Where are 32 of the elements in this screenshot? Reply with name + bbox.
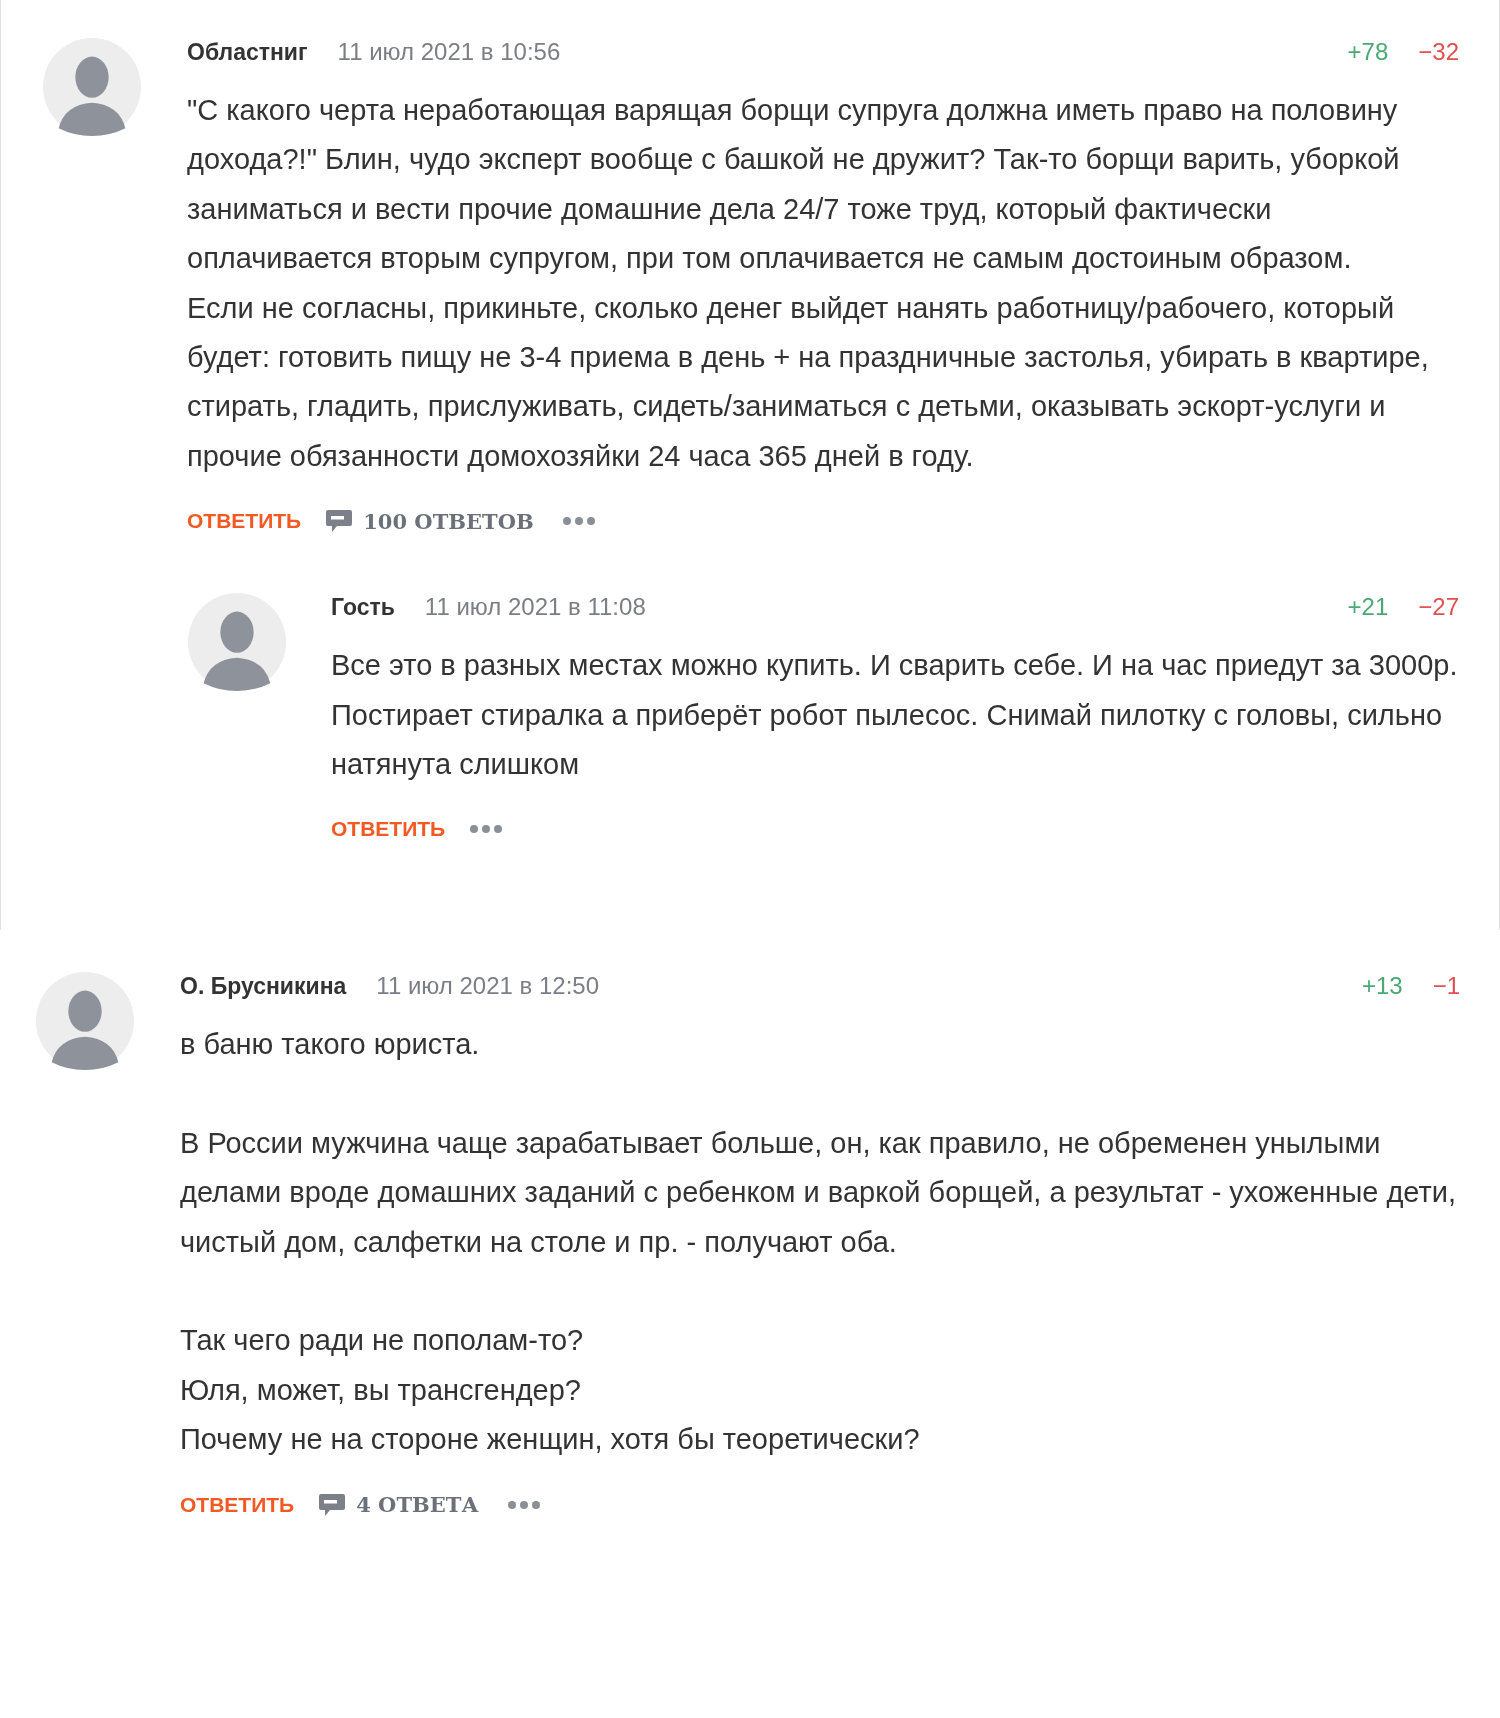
reply-link[interactable]: ОТВЕТИТЬ bbox=[180, 1492, 295, 1517]
avatar-icon bbox=[36, 972, 134, 1070]
replies-link[interactable]: 100 ОТВЕТОВ bbox=[363, 508, 534, 534]
avatar-icon bbox=[188, 593, 286, 692]
comment-text: Если не согласны, прикиньте, сколько денег выйдет нанять работницу/рабочего, который будет: готовить пищу не 3-4 приема в день + на праздничные застолья, убирать в квартире, стирать, гладить, прислуживать, сидеть/заниматься с детьми, оказывать эскорт-услуги и прочие обязанности домохозяйки 24 часа 365 дней в году. bbox=[187, 290, 1430, 474]
upvote-count[interactable]: +13 bbox=[1361, 972, 1403, 1000]
downvote-count[interactable]: −32 bbox=[1418, 38, 1459, 66]
upvote-count[interactable]: +21 bbox=[1347, 593, 1389, 622]
more-icon[interactable] bbox=[469, 824, 504, 835]
comment-text: "С какого черта неработающая варящая борщи супруга должна иметь право на половину дохода?!" Блин, чудо эксперт вообще с башкой не дружит? Так-то борщи варить, уборкой заниматься и вести прочие домашние дела 24/7 тоже труд, который фактически оплачивается вторым супругом, при том оплачивается не самым достоиным образом. bbox=[187, 93, 1401, 277]
comment-date: 11 июл 2021 в 11:08 bbox=[424, 593, 646, 622]
author-name[interactable]: Областниг bbox=[187, 38, 308, 66]
avatar-icon bbox=[43, 38, 141, 136]
more-icon[interactable] bbox=[506, 1499, 541, 1510]
reply-link[interactable]: ОТВЕТИТЬ bbox=[187, 509, 302, 534]
author-name[interactable]: О. Брусникина bbox=[180, 972, 347, 1000]
more-icon[interactable] bbox=[561, 516, 596, 527]
comment-icon[interactable] bbox=[318, 1491, 347, 1518]
comment-text: Почему не на стороне женщин, хотя бы теоретически? bbox=[180, 1422, 921, 1458]
downvote-count[interactable]: −27 bbox=[1418, 593, 1459, 622]
comment-text: в баню такого юриста. bbox=[180, 1027, 481, 1062]
comment-date: 11 июл 2021 в 12:50 bbox=[376, 972, 599, 1000]
comment-text: Все это в разных местах можно купить. И сварить себе. И на час приедут за 3000р. Постирает стиралка а приберёт робот пылесос. Снимай пилотку с головы, сильно натянута слишком bbox=[331, 648, 1459, 783]
upvote-count[interactable]: +78 bbox=[1347, 38, 1389, 66]
author-name[interactable]: Гость bbox=[331, 593, 395, 621]
comment-text: Юля, может, вы трансгендер? bbox=[180, 1372, 582, 1408]
replies-link[interactable]: 4 ОТВЕТА bbox=[356, 1492, 479, 1518]
reply-link[interactable]: ОТВЕТИТЬ bbox=[331, 817, 446, 842]
comment-text: В России мужчина чаще зарабатывает больше, он, как правило, не обременен унылыми делами вроде домашних заданий с ребенком и варкой борщей, а результат - ухоженные дети, чистый дом, салфетки на столе и пр. - получают оба. bbox=[180, 1125, 1458, 1260]
downvote-count[interactable]: −1 bbox=[1432, 972, 1460, 1000]
comment-text: Так чего ради не пополам-то? bbox=[180, 1323, 585, 1359]
comment-date: 11 июл 2021 в 10:56 bbox=[337, 38, 561, 66]
